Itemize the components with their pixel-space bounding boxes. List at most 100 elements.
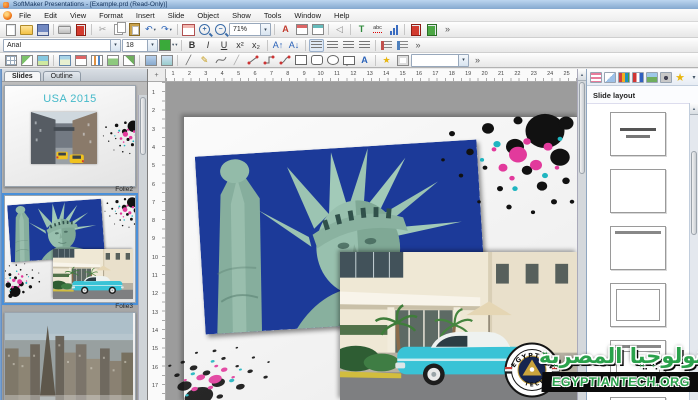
align-right[interactable] — [341, 39, 356, 52]
font-name[interactable]: Arial▾ — [3, 39, 121, 52]
print[interactable] — [57, 23, 72, 36]
layout-title-only[interactable] — [610, 226, 666, 270]
draw-polyline[interactable]: ╱ — [229, 54, 244, 67]
scroll-up-arrow[interactable]: ▲ — [578, 69, 586, 81]
pane-favorites-icon[interactable]: ★ — [674, 72, 686, 83]
insert-image-frame[interactable] — [35, 54, 50, 67]
scrollbar-thumb[interactable] — [691, 151, 697, 235]
paragraph-dialog[interactable] — [294, 23, 309, 36]
favorites[interactable]: ★ — [379, 54, 394, 67]
open-file[interactable] — [19, 23, 34, 36]
object-name[interactable]: ▾ — [411, 54, 469, 67]
character-dialog[interactable]: A — [278, 23, 293, 36]
insert-media[interactable] — [121, 54, 136, 67]
horizontal-ruler[interactable]: 1234567891011121314151617181920212223242… — [166, 69, 577, 82]
align-center[interactable] — [325, 39, 340, 52]
layout-content[interactable] — [610, 283, 666, 327]
vertical-ruler[interactable]: 1234567891011121314151617 — [148, 82, 166, 400]
scrollbar-thumb[interactable] — [579, 82, 585, 174]
cut[interactable]: ✂ — [95, 23, 110, 36]
zoom-level[interactable]: 71%▾ — [229, 23, 271, 36]
menu-slide[interactable]: Slide — [167, 11, 186, 20]
statistics[interactable] — [386, 23, 401, 36]
app-logo-icon[interactable] — [3, 11, 12, 20]
canvas-scrollbar[interactable]: ▲ — [577, 69, 586, 400]
new-document[interactable] — [3, 23, 18, 36]
layout-blank[interactable] — [610, 169, 666, 213]
menu-window[interactable]: Window — [293, 11, 322, 20]
menu-edit[interactable]: Edit — [43, 11, 58, 20]
slide-thumbnail-3[interactable]: San Francisco — [4, 312, 136, 400]
insert-comment[interactable] — [143, 54, 158, 67]
numbered-list[interactable] — [395, 39, 410, 52]
toolbar-overflow[interactable]: » — [440, 23, 455, 36]
bold[interactable]: B — [185, 39, 200, 52]
classic-car-photo[interactable] — [340, 252, 577, 400]
bullet-list[interactable] — [379, 39, 394, 52]
tab-slides[interactable]: Slides — [4, 71, 41, 81]
connector-elbow[interactable] — [261, 54, 276, 67]
undo[interactable]: ↶▾ — [143, 23, 158, 36]
draw-line[interactable]: ╱ — [181, 54, 196, 67]
slide-thumbnail-2[interactable] — [4, 195, 136, 303]
insert-ole-frame[interactable] — [105, 54, 120, 67]
textart[interactable]: T — [354, 23, 369, 36]
menu-object[interactable]: Object — [196, 11, 220, 20]
spell-check[interactable]: abc — [370, 23, 385, 36]
zoom-out[interactable]: − — [213, 23, 228, 36]
draw-ellipse[interactable] — [325, 54, 340, 67]
scroll-up-arrow[interactable]: ▲ — [690, 103, 698, 115]
grow-font[interactable]: A↑ — [271, 39, 286, 52]
draw-rounded-rectangle[interactable] — [309, 54, 324, 67]
draw-curve[interactable] — [213, 54, 228, 67]
html-document[interactable] — [424, 23, 439, 36]
tab-stop-selector[interactable]: + — [148, 69, 166, 82]
save-file[interactable] — [35, 23, 50, 36]
pane-media-icon[interactable] — [660, 72, 672, 83]
font-color[interactable]: ▾▾ — [159, 39, 178, 52]
toolbar-overflow[interactable]: » — [470, 54, 485, 67]
tab-dialog[interactable] — [310, 23, 325, 36]
connector-straight[interactable] — [245, 54, 260, 67]
export-pdf[interactable] — [73, 23, 88, 36]
insert-table[interactable] — [181, 23, 196, 36]
underline[interactable]: U — [217, 39, 232, 52]
zoom-in[interactable]: + — [197, 23, 212, 36]
pane-more-icon[interactable]: ▾ — [688, 72, 698, 83]
insert-table-frame[interactable] — [3, 54, 18, 67]
paste[interactable] — [127, 23, 142, 36]
layout-title-content[interactable] — [610, 340, 666, 384]
menu-format[interactable]: Format — [98, 11, 124, 20]
paint-splatter-graphic[interactable] — [428, 110, 577, 228]
pane-color-scheme-icon[interactable] — [632, 72, 644, 83]
insert-hyperlink[interactable] — [159, 54, 174, 67]
copy[interactable] — [111, 23, 126, 36]
menu-show[interactable]: Show — [231, 11, 252, 20]
layout-title-subtitle[interactable] — [610, 112, 666, 156]
insert-text-frame[interactable] — [73, 54, 88, 67]
pane-design-icon[interactable] — [604, 72, 616, 83]
toolbar-overflow[interactable]: » — [411, 39, 426, 52]
pane-background-icon[interactable] — [646, 72, 658, 83]
insert-sheet-frame[interactable] — [19, 54, 34, 67]
menu-tools[interactable]: Tools — [263, 11, 283, 20]
slide-canvas[interactable] — [166, 82, 577, 400]
slides-panel-scrollbar[interactable] — [138, 95, 147, 400]
scrollbar-thumb[interactable] — [140, 97, 146, 155]
menu-insert[interactable]: Insert — [135, 11, 156, 20]
subscript[interactable]: x₂ — [249, 39, 264, 52]
italic[interactable]: I — [201, 39, 216, 52]
task-pane-scrollbar[interactable]: ▲ — [689, 103, 698, 400]
pane-layout-icon[interactable] — [590, 72, 602, 83]
title-bar[interactable]: SoftMaker Presentations - [Example.prd (… — [0, 0, 698, 9]
menu-help[interactable]: Help — [333, 11, 350, 20]
superscript[interactable]: x² — [233, 39, 248, 52]
menu-file[interactable]: File — [18, 11, 32, 20]
draw-callout[interactable] — [341, 54, 356, 67]
pointer-mode[interactable]: ◁ — [332, 23, 347, 36]
draw-textart[interactable]: A — [357, 54, 372, 67]
tab-outline[interactable]: Outline — [43, 71, 81, 81]
align-justify[interactable] — [357, 39, 372, 52]
insert-chart-frame[interactable] — [89, 54, 104, 67]
draw-freehand[interactable]: ✎ — [197, 54, 212, 67]
